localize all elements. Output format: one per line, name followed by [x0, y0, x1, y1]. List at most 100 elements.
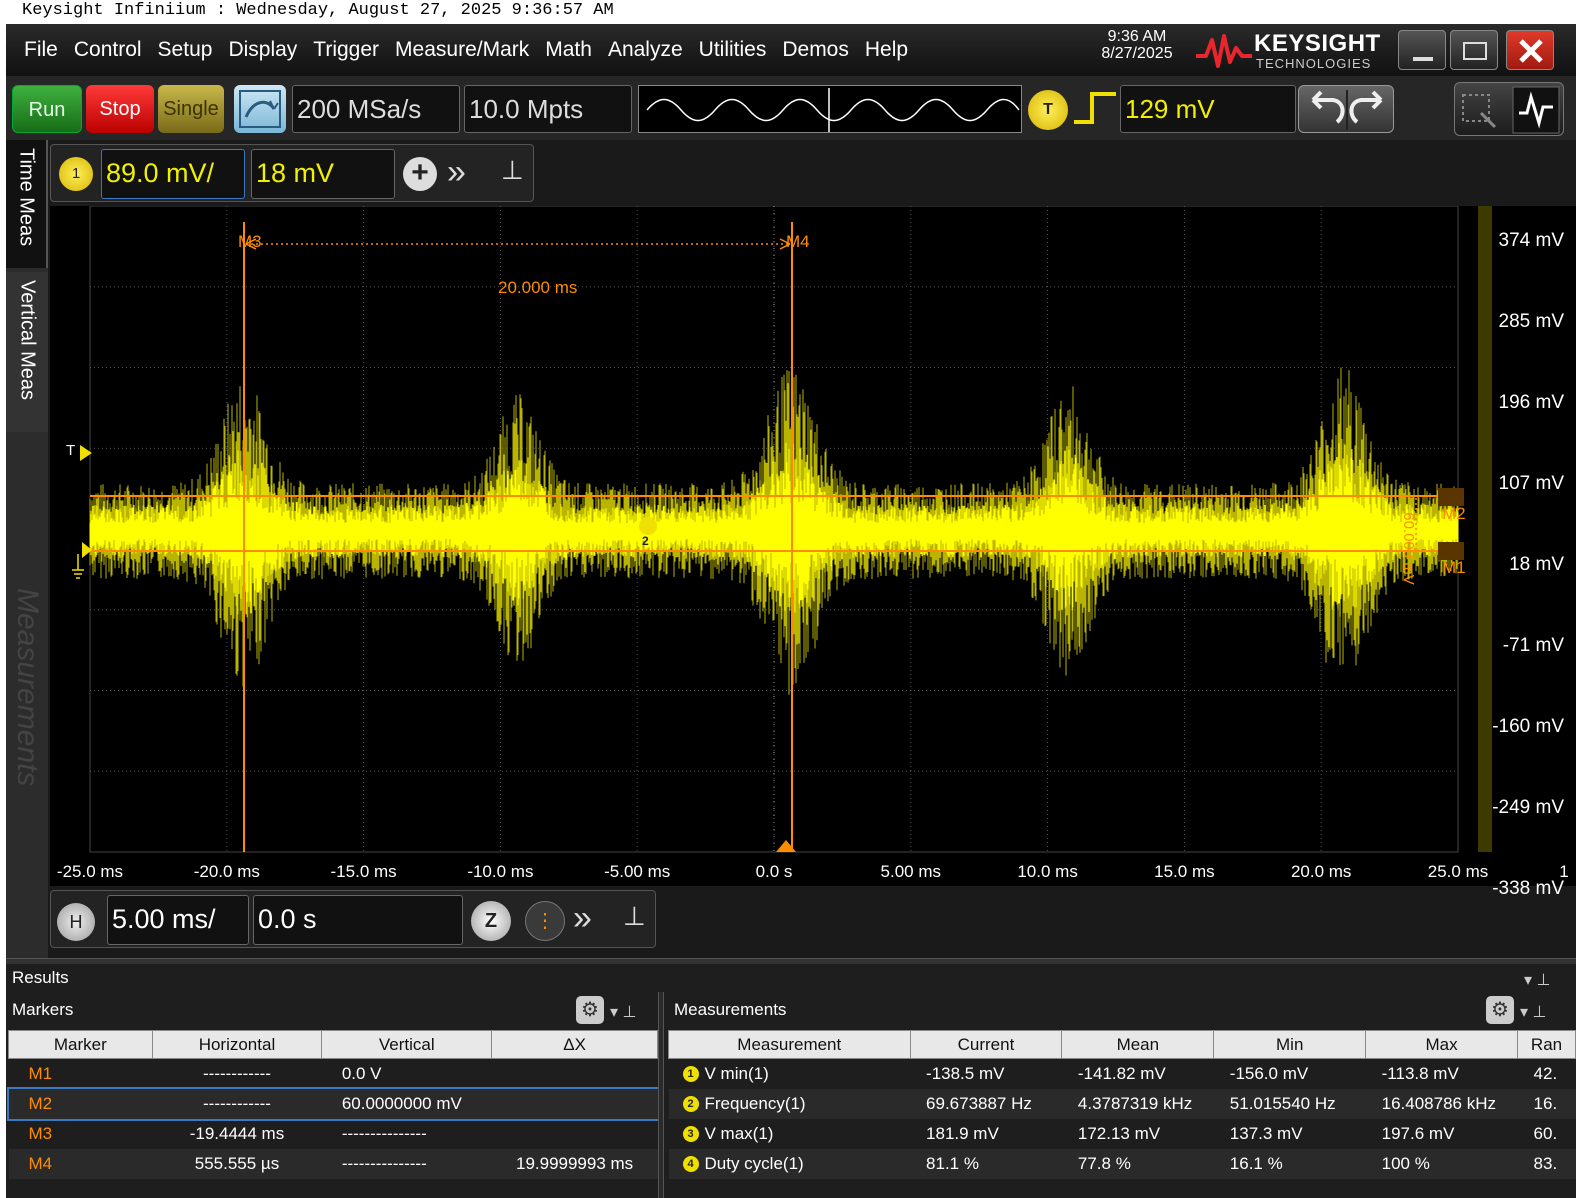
scope-display[interactable]: M3 M4 20.000 ms M2 M1 60.000 mV T 2 374 … — [50, 206, 1576, 899]
measurement-row[interactable]: 4 Duty cycle(1) 81.1 % 77.8 % 16.1 % 100 % 83. — [668, 1148, 1576, 1179]
y-axis-tick-label: 374 mV — [1498, 230, 1564, 251]
measurement-cell-range: 83. — [1533, 1153, 1558, 1173]
autoscale-button[interactable] — [234, 85, 286, 133]
results-title: Results — [12, 968, 69, 987]
undo-redo-icon — [1311, 90, 1383, 130]
current-col-header[interactable]: Current — [909, 1030, 1063, 1059]
time-scale-field[interactable]: 5.00 ms/ — [107, 895, 249, 945]
sample-rate-field[interactable]: 200 MSa/s — [292, 85, 460, 133]
marker-row-m2[interactable]: M2 ------------ 60.0000000 mV — [6, 1086, 660, 1121]
vertical-col-header[interactable]: Vertical — [321, 1030, 493, 1059]
measurement-row[interactable]: 3 V max(1) 181.9 mV 172.13 mV 137.3 mV 197.6 … — [669, 1119, 1576, 1149]
restore-button[interactable] — [1450, 30, 1498, 70]
menu-setup[interactable]: Setup — [150, 36, 221, 64]
delta-y-label: 60.000 mV — [1399, 512, 1417, 585]
channel-offset-field[interactable]: 18 mV — [251, 149, 395, 199]
markers-pin-icon[interactable]: ▾ ⊥ — [610, 1002, 636, 1022]
channel-1-badge[interactable]: 1 — [59, 157, 93, 191]
menu-trigger[interactable]: Trigger — [305, 36, 387, 64]
results-vertical-splitter[interactable] — [658, 992, 664, 1198]
results-pin-icon[interactable]: ▾ ⊥ — [1524, 970, 1550, 990]
menu-control[interactable]: Control — [66, 36, 150, 64]
marker-m3-label: M3 — [238, 232, 262, 251]
tab-time-meas[interactable]: Time Meas — [6, 140, 48, 268]
menu-help[interactable]: Help — [857, 36, 916, 64]
pin-icon[interactable]: ⊥ — [623, 901, 646, 932]
horizontal-badge[interactable]: H — [57, 903, 95, 941]
measurements-title: Measurements — [674, 1000, 787, 1019]
horizontal-bar: H 5.00 ms/ 0.0 s Z ⋮ » ⊥ — [50, 890, 656, 948]
rising-edge-icon[interactable] — [1072, 88, 1118, 128]
measurement-cell-mean: -141.82 mV — [1077, 1063, 1166, 1083]
measurement-row[interactable]: 2 Frequency(1) 69.673887 Hz 4.3787319 kHz 51… — [668, 1088, 1576, 1119]
marker-cell-vertical: 60.0000000 mV — [341, 1093, 462, 1113]
touch-tool-buttons[interactable] — [1454, 82, 1564, 136]
markers-title: Markers — [12, 1000, 74, 1019]
markers-gear-icon[interactable]: ⚙ — [576, 996, 604, 1024]
navigate-icon[interactable]: ⋮ — [525, 901, 565, 941]
measurements-gear-icon[interactable]: ⚙ — [1486, 996, 1514, 1024]
measurement-row[interactable]: 1 V min(1) -138.5 mV -141.82 mV -156.0 mV -11… — [669, 1059, 1576, 1089]
minimize-button[interactable] — [1398, 30, 1446, 70]
pin-icon[interactable]: ⊥ — [501, 155, 524, 186]
undo-redo-buttons[interactable] — [1298, 85, 1394, 133]
measurement-name-cell: 3 V max(1) — [669, 1119, 911, 1149]
menu-analyze[interactable]: Analyze — [600, 36, 691, 64]
measurement-name: Duty cycle(1) — [704, 1153, 804, 1173]
marker-cell-vertical: --------------- — [341, 1123, 427, 1143]
marker-cell-name: M2 — [28, 1093, 53, 1113]
time-position-field[interactable]: 0.0 s — [253, 895, 463, 945]
measurement-name-cell: 2 Frequency(1) — [669, 1089, 911, 1119]
max-col-header[interactable]: Max — [1365, 1030, 1519, 1059]
tab-vertical-meas[interactable]: Vertical Meas — [6, 272, 48, 432]
menu-measure-mark[interactable]: Measure/Mark — [387, 36, 537, 64]
marker-cell-name: M4 — [28, 1153, 53, 1173]
marker-row-m4[interactable]: M4 555.555 µs --------------- 19.9999993 ms — [8, 1148, 658, 1179]
stop-button[interactable]: Stop — [86, 85, 154, 133]
measurement-col-header[interactable]: Measurement — [668, 1030, 911, 1059]
marker-cell-horizontal: ------------ — [203, 1093, 271, 1113]
measurements-pin-icon[interactable]: ▾ ⊥ — [1520, 1002, 1546, 1022]
marker-cell-dx — [492, 1089, 658, 1119]
mean-col-header[interactable]: Mean — [1061, 1030, 1215, 1059]
tab-measurements[interactable]: Measurements — [6, 580, 48, 840]
clock: 9:36 AM 8/27/2025 — [1082, 28, 1192, 62]
channel-scale-field[interactable]: 89.0 mV/ — [101, 149, 245, 199]
range-col-header[interactable]: Ran — [1517, 1030, 1576, 1059]
marker-cell-horizontal: 555.555 µs — [194, 1153, 280, 1173]
waveform-overview[interactable] — [638, 85, 1022, 133]
horizontal-col-header[interactable]: Horizontal — [151, 1030, 323, 1059]
menu-math[interactable]: Math — [537, 36, 600, 64]
chevron-right-icon[interactable]: » — [447, 155, 466, 189]
marker-row-m1[interactable]: M1 ------------ 0.0 V — [9, 1059, 658, 1089]
menu-utilities[interactable]: Utilities — [691, 36, 775, 64]
clock-time: 9:36 AM — [1107, 28, 1167, 45]
measurement-cell-current: 69.673887 Hz — [926, 1093, 1032, 1113]
marker-col-header[interactable]: Marker — [8, 1030, 153, 1059]
x-axis-tick-label: -20.0 ms — [193, 862, 260, 881]
menu-file[interactable]: File — [16, 36, 66, 64]
memory-depth-field[interactable]: 10.0 Mpts — [464, 85, 632, 133]
measurement-number-badge: 4 — [682, 1156, 699, 1173]
add-channel-icon[interactable]: + — [403, 157, 437, 191]
window-caption: Keysight Infiniium : Wednesday, August 2… — [0, 0, 1576, 24]
run-button[interactable]: Run — [12, 85, 82, 133]
dx-col-header[interactable]: ΔX — [491, 1030, 658, 1059]
menu-display[interactable]: Display — [220, 36, 305, 64]
trigger-level-label: T — [66, 442, 76, 459]
min-col-header[interactable]: Min — [1213, 1030, 1367, 1059]
single-button[interactable]: Single — [158, 85, 224, 133]
measurement-number-badge: 1 — [682, 1066, 699, 1083]
x-axis-tick-label: -5.00 ms — [604, 862, 671, 881]
trigger-badge[interactable]: T — [1028, 90, 1068, 130]
marker-row-m3[interactable]: M3 -19.4444 ms --------------- — [9, 1119, 658, 1149]
trigger-level-field[interactable]: 129 mV — [1120, 85, 1296, 133]
menu-demos[interactable]: Demos — [774, 36, 857, 64]
marker-cell-name: M1 — [28, 1063, 53, 1083]
close-button[interactable] — [1506, 30, 1554, 70]
measurement-name: V max(1) — [704, 1123, 774, 1143]
chevron-right-icon[interactable]: » — [573, 901, 592, 935]
zoom-icon[interactable]: Z — [471, 901, 511, 941]
select-zoom-icon — [1462, 86, 1560, 134]
measurement-cell-mean: 172.13 mV — [1077, 1123, 1161, 1143]
